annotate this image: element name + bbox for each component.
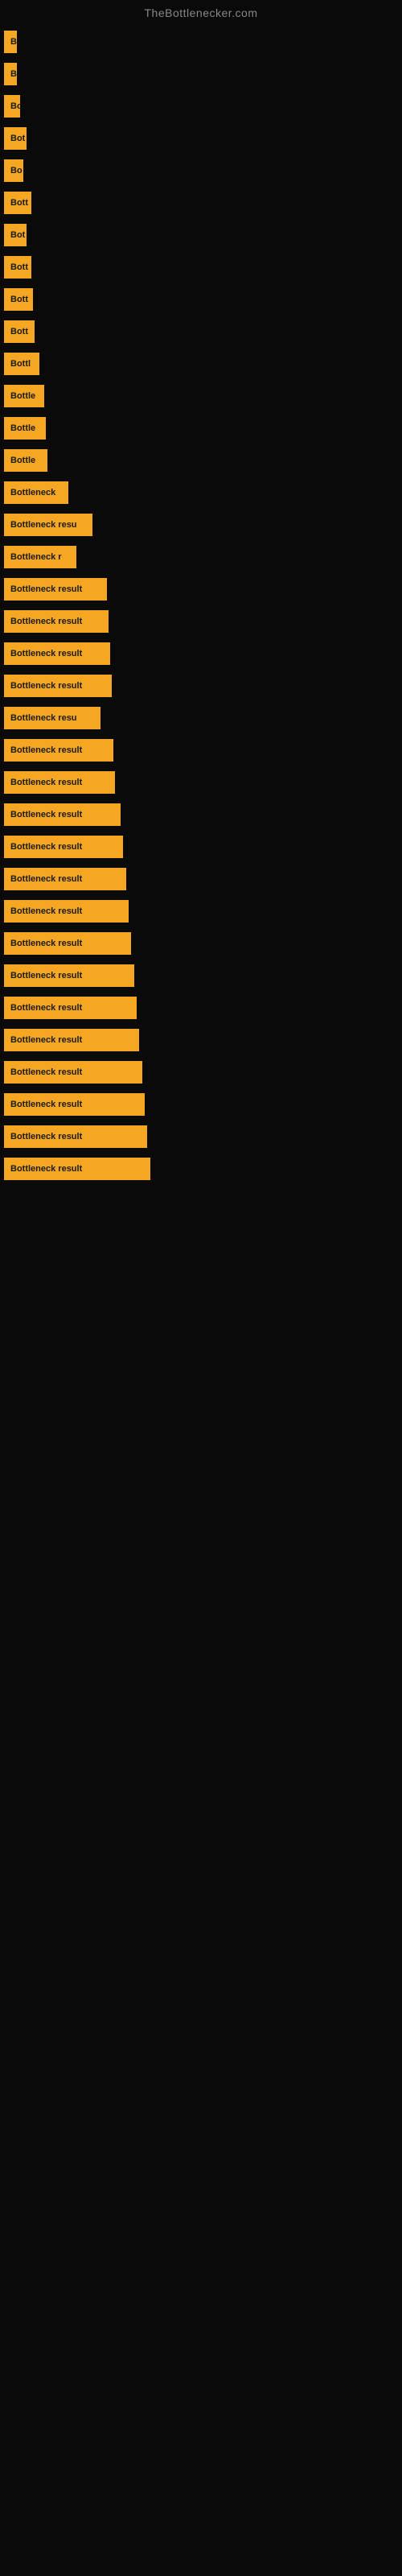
list-item: Bottl <box>0 353 402 375</box>
list-item: Bottleneck result <box>0 900 402 923</box>
list-item: Bottleneck result <box>0 964 402 987</box>
list-item: Bottle <box>0 417 402 440</box>
bottleneck-label[interactable]: Bottleneck result <box>4 1029 139 1051</box>
bottleneck-label[interactable]: Bottleneck result <box>4 1125 147 1148</box>
bottleneck-label[interactable]: B <box>4 63 17 85</box>
bottleneck-label[interactable]: Bottleneck <box>4 481 68 504</box>
bottleneck-label[interactable]: Bottleneck result <box>4 868 126 890</box>
list-item: Bottleneck result <box>0 1158 402 1180</box>
list-item: Bottleneck result <box>0 868 402 890</box>
list-item: Bottleneck result <box>0 997 402 1019</box>
bottleneck-label[interactable]: Bottleneck result <box>4 739 113 762</box>
list-item: Bottle <box>0 385 402 407</box>
bottleneck-label[interactable]: Bottleneck result <box>4 836 123 858</box>
bottleneck-label[interactable]: Bottleneck result <box>4 642 110 665</box>
bottleneck-label[interactable]: Bottl <box>4 353 39 375</box>
bottleneck-label[interactable]: Bottleneck resu <box>4 707 100 729</box>
list-item: Bott <box>0 256 402 279</box>
bottleneck-label[interactable]: B <box>4 31 17 53</box>
list-item: Bo <box>0 159 402 182</box>
bottleneck-label[interactable]: Bottleneck result <box>4 1158 150 1180</box>
bottleneck-label[interactable]: Bottleneck r <box>4 546 76 568</box>
bottleneck-label[interactable]: Bottleneck result <box>4 771 115 794</box>
list-item: Bottleneck result <box>0 932 402 955</box>
list-item: Bottle <box>0 449 402 472</box>
bottleneck-label[interactable]: Bottleneck result <box>4 932 131 955</box>
list-item: Bo <box>0 95 402 118</box>
bottleneck-label[interactable]: Bo <box>4 159 23 182</box>
bottleneck-label[interactable]: Bottleneck result <box>4 900 129 923</box>
list-item: Bottleneck result <box>0 675 402 697</box>
list-item: Bottleneck result <box>0 578 402 601</box>
list-item: Bottleneck result <box>0 803 402 826</box>
list-item: B <box>0 31 402 53</box>
bottleneck-label[interactable]: Bott <box>4 192 31 214</box>
bottleneck-label[interactable]: Bott <box>4 320 35 343</box>
list-item: Bottleneck result <box>0 739 402 762</box>
items-container: BB Bo Bot Bo Bott Bot Bott Bott Bott Bottl Bottle B… <box>0 23 402 1198</box>
bottleneck-label[interactable]: Bottle <box>4 385 44 407</box>
site-title: TheBottlenecker.com <box>0 0 402 23</box>
list-item: Bottleneck result <box>0 1125 402 1148</box>
list-item: Bottleneck result <box>0 610 402 633</box>
bottleneck-label[interactable]: Bottleneck result <box>4 675 112 697</box>
bottleneck-label[interactable]: Bottleneck result <box>4 997 137 1019</box>
bottleneck-label[interactable]: Bottleneck result <box>4 803 121 826</box>
list-item: Bottleneck result <box>0 642 402 665</box>
list-item: Bottleneck result <box>0 771 402 794</box>
bottleneck-label[interactable]: Bottleneck result <box>4 964 134 987</box>
bottleneck-label[interactable]: Bottleneck resu <box>4 514 92 536</box>
list-item: Bottleneck result <box>0 1093 402 1116</box>
list-item: Bottleneck result <box>0 1029 402 1051</box>
list-item: Bot <box>0 127 402 150</box>
list-item: Bottleneck resu <box>0 707 402 729</box>
list-item: Bottleneck resu <box>0 514 402 536</box>
list-item: Bot <box>0 224 402 246</box>
bottleneck-label[interactable]: Bottle <box>4 449 47 472</box>
bottleneck-label[interactable]: Bottleneck result <box>4 1061 142 1084</box>
bottleneck-label[interactable]: Bott <box>4 256 31 279</box>
list-item: Bottleneck result <box>0 1061 402 1084</box>
list-item: Bott <box>0 320 402 343</box>
list-item: Bottleneck <box>0 481 402 504</box>
bottleneck-label[interactable]: Bot <box>4 127 27 150</box>
list-item: Bottleneck result <box>0 836 402 858</box>
list-item: B <box>0 63 402 85</box>
list-item: Bottleneck r <box>0 546 402 568</box>
bottleneck-label[interactable]: Bottleneck result <box>4 610 109 633</box>
bottleneck-label[interactable]: Bottle <box>4 417 46 440</box>
bottleneck-label[interactable]: Bo <box>4 95 20 118</box>
bottleneck-label[interactable]: Bottleneck result <box>4 1093 145 1116</box>
bottleneck-label[interactable]: Bottleneck result <box>4 578 107 601</box>
bottleneck-label[interactable]: Bot <box>4 224 27 246</box>
list-item: Bott <box>0 192 402 214</box>
list-item: Bott <box>0 288 402 311</box>
bottleneck-label[interactable]: Bott <box>4 288 33 311</box>
